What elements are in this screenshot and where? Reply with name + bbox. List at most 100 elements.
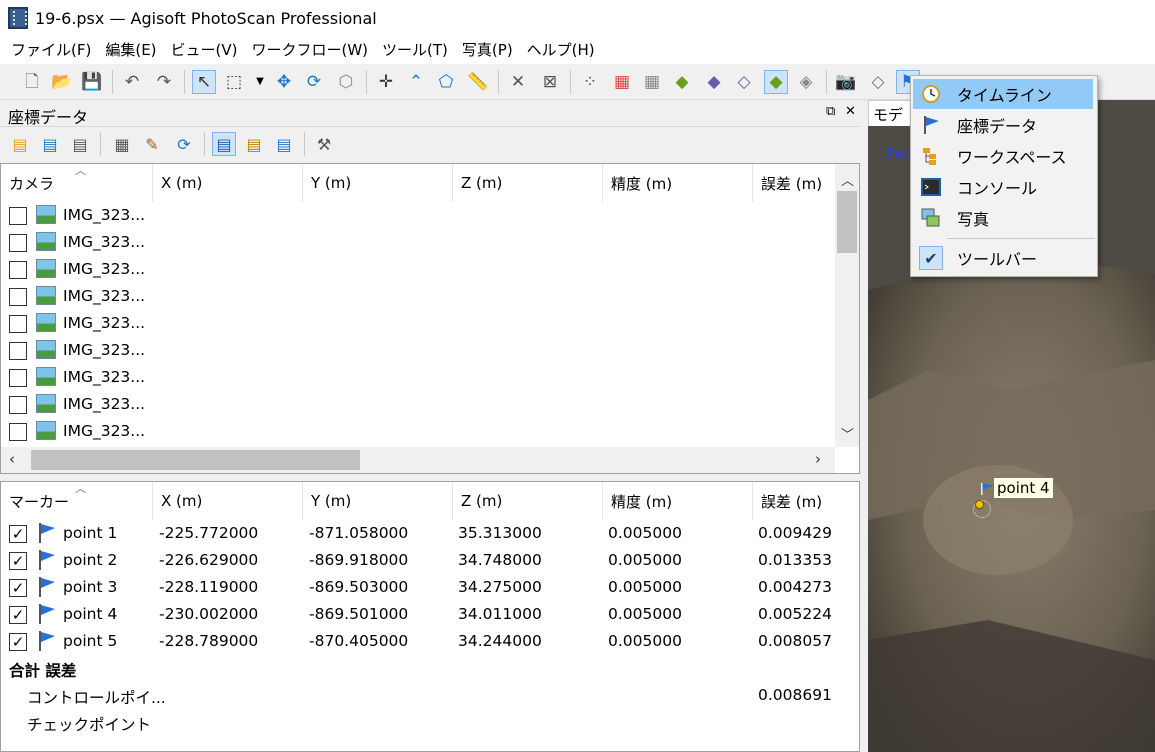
scroll-right-icon[interactable]: ›: [815, 450, 821, 468]
dense-cloud-icon[interactable]: ▦: [610, 70, 634, 94]
list-item[interactable]: IMG_323...: [1, 229, 831, 256]
scroll-up-icon[interactable]: ︿: [841, 170, 854, 189]
source-values-icon[interactable]: ▤: [212, 132, 236, 156]
table-row[interactable]: ✓ point 5 -228.789000 -870.405000 34.244…: [1, 628, 832, 655]
menu-item-photos[interactable]: 写真: [913, 203, 1093, 233]
import-table-icon[interactable]: ▤: [8, 132, 32, 156]
resize-icon[interactable]: ⬡: [334, 70, 358, 94]
rotate-icon[interactable]: ⟳: [302, 70, 326, 94]
wireframe-icon[interactable]: ◇: [732, 70, 756, 94]
menu-view[interactable]: ビュー(V): [164, 36, 245, 64]
list-item[interactable]: IMG_323...: [1, 256, 831, 283]
polyline-icon[interactable]: ⌃: [404, 70, 428, 94]
camera-checkbox[interactable]: [9, 423, 27, 441]
marker-checkbox[interactable]: ✓: [9, 606, 27, 624]
export-table-icon[interactable]: ▤: [38, 132, 62, 156]
column-header[interactable]: Y (m): [303, 164, 453, 202]
polygon-icon[interactable]: ⬠: [434, 70, 458, 94]
update-icon[interactable]: ⟳: [172, 132, 196, 156]
dense-classes-icon[interactable]: ▦: [640, 70, 664, 94]
marker-checkbox[interactable]: ✓: [9, 552, 27, 570]
ruler-point-icon[interactable]: ✛: [374, 70, 398, 94]
delete-icon[interactable]: ✕: [506, 70, 530, 94]
point-cloud-icon[interactable]: ⁘: [578, 70, 602, 94]
settings-tools-icon[interactable]: ⚒: [312, 132, 336, 156]
column-header[interactable]: Y (m): [303, 482, 453, 520]
menu-file[interactable]: ファイル(F): [4, 36, 98, 64]
solid-model-icon[interactable]: ◆: [702, 70, 726, 94]
shapes-icon[interactable]: ◇: [866, 70, 890, 94]
list-item[interactable]: IMG_323...: [1, 364, 831, 391]
table-row[interactable]: ✓ point 3 -228.119000 -869.503000 34.275…: [1, 574, 832, 601]
check-points-row[interactable]: チェックポイント: [1, 709, 831, 736]
column-header[interactable]: Z (m): [453, 482, 603, 520]
close-icon[interactable]: ✕: [845, 104, 856, 119]
menu-item-console[interactable]: コンソール: [913, 172, 1093, 202]
error-values-icon[interactable]: ▤: [242, 132, 266, 156]
marker-checkbox[interactable]: ✓: [9, 525, 27, 543]
marker-point[interactable]: [975, 500, 984, 509]
camera-checkbox[interactable]: [9, 315, 27, 333]
column-header[interactable]: 精度 (m): [603, 164, 753, 202]
camera-icon[interactable]: 📷: [834, 70, 858, 94]
horizontal-scrollbar[interactable]: ‹ ›: [1, 447, 835, 473]
list-item[interactable]: IMG_323...: [1, 337, 831, 364]
table-row[interactable]: ✓ point 2 -226.629000 -869.918000 34.748…: [1, 547, 832, 574]
column-header[interactable]: X (m): [153, 482, 303, 520]
column-header[interactable]: Z (m): [453, 164, 603, 202]
menu-item-workspace[interactable]: ワークスペース: [913, 141, 1093, 171]
camera-checkbox[interactable]: [9, 207, 27, 225]
save-icon[interactable]: 💾: [80, 70, 104, 94]
tiled-model-icon[interactable]: ◈: [794, 70, 818, 94]
list-item[interactable]: IMG_323...: [1, 418, 831, 445]
table-row[interactable]: ✓ point 1 -225.772000 -871.058000 35.313…: [1, 520, 832, 547]
camera-checkbox[interactable]: [9, 261, 27, 279]
camera-checkbox[interactable]: [9, 342, 27, 360]
menu-photos[interactable]: 写真(P): [455, 36, 520, 64]
select-dropdown-icon[interactable]: ▼: [248, 70, 272, 94]
scroll-thumb[interactable]: [31, 450, 360, 470]
column-header[interactable]: 誤差 (m): [753, 482, 859, 520]
variance-icon[interactable]: ▤: [272, 132, 296, 156]
menu-help[interactable]: ヘルプ(H): [520, 36, 602, 64]
new-icon[interactable]: 🗋: [20, 70, 44, 94]
menu-item-reference[interactable]: 座標データ: [913, 110, 1093, 140]
menu-workflow[interactable]: ワークフロー(W): [245, 36, 376, 64]
float-icon[interactable]: ⧉: [826, 104, 835, 119]
column-header[interactable]: X (m): [153, 164, 303, 202]
navigation-icon[interactable]: ↖: [192, 70, 216, 94]
column-header[interactable]: 誤差 (m): [753, 164, 835, 202]
control-points-row[interactable]: コントロールポイ... 0.008691: [1, 682, 832, 709]
redo-icon[interactable]: ↷: [152, 70, 176, 94]
list-item[interactable]: IMG_323...: [1, 391, 831, 418]
marker-checkbox[interactable]: ✓: [9, 633, 27, 651]
menu-item-timeline[interactable]: タイムライン: [913, 79, 1093, 109]
marker-checkbox[interactable]: ✓: [9, 579, 27, 597]
ruler-icon[interactable]: 📏: [466, 70, 490, 94]
export-table-alt-icon[interactable]: ▤: [68, 132, 92, 156]
list-item[interactable]: IMG_323...: [1, 202, 831, 229]
menu-edit[interactable]: 編集(E): [98, 36, 163, 64]
list-item[interactable]: IMG_323...: [1, 283, 831, 310]
scroll-left-icon[interactable]: ‹: [9, 450, 15, 468]
column-header[interactable]: 精度 (m): [603, 482, 753, 520]
camera-checkbox[interactable]: [9, 396, 27, 414]
scroll-thumb[interactable]: [837, 191, 857, 253]
shaded-model-icon[interactable]: ◆: [670, 70, 694, 94]
textured-model-icon[interactable]: ◆: [764, 70, 788, 94]
magic-wand-icon[interactable]: ✎: [140, 132, 164, 156]
scroll-down-icon[interactable]: ﹀: [841, 424, 854, 443]
crop-icon[interactable]: ⊠: [538, 70, 562, 94]
menu-item-toolbar[interactable]: ✔ ツールバー: [913, 243, 1093, 273]
rectangle-select-icon[interactable]: ⬚: [222, 70, 246, 94]
camera-checkbox[interactable]: [9, 234, 27, 252]
undo-icon[interactable]: ↶: [120, 70, 144, 94]
open-icon[interactable]: 📂: [50, 70, 74, 94]
camera-checkbox[interactable]: [9, 288, 27, 306]
menu-tools[interactable]: ツール(T): [375, 36, 455, 64]
move-icon[interactable]: ✥: [272, 70, 296, 94]
camera-checkbox[interactable]: [9, 369, 27, 387]
calculator-icon[interactable]: ▦: [110, 132, 134, 156]
vertical-scrollbar[interactable]: ︿ ﹀: [835, 164, 859, 447]
table-row[interactable]: ✓ point 4 -230.002000 -869.501000 34.011…: [1, 601, 832, 628]
